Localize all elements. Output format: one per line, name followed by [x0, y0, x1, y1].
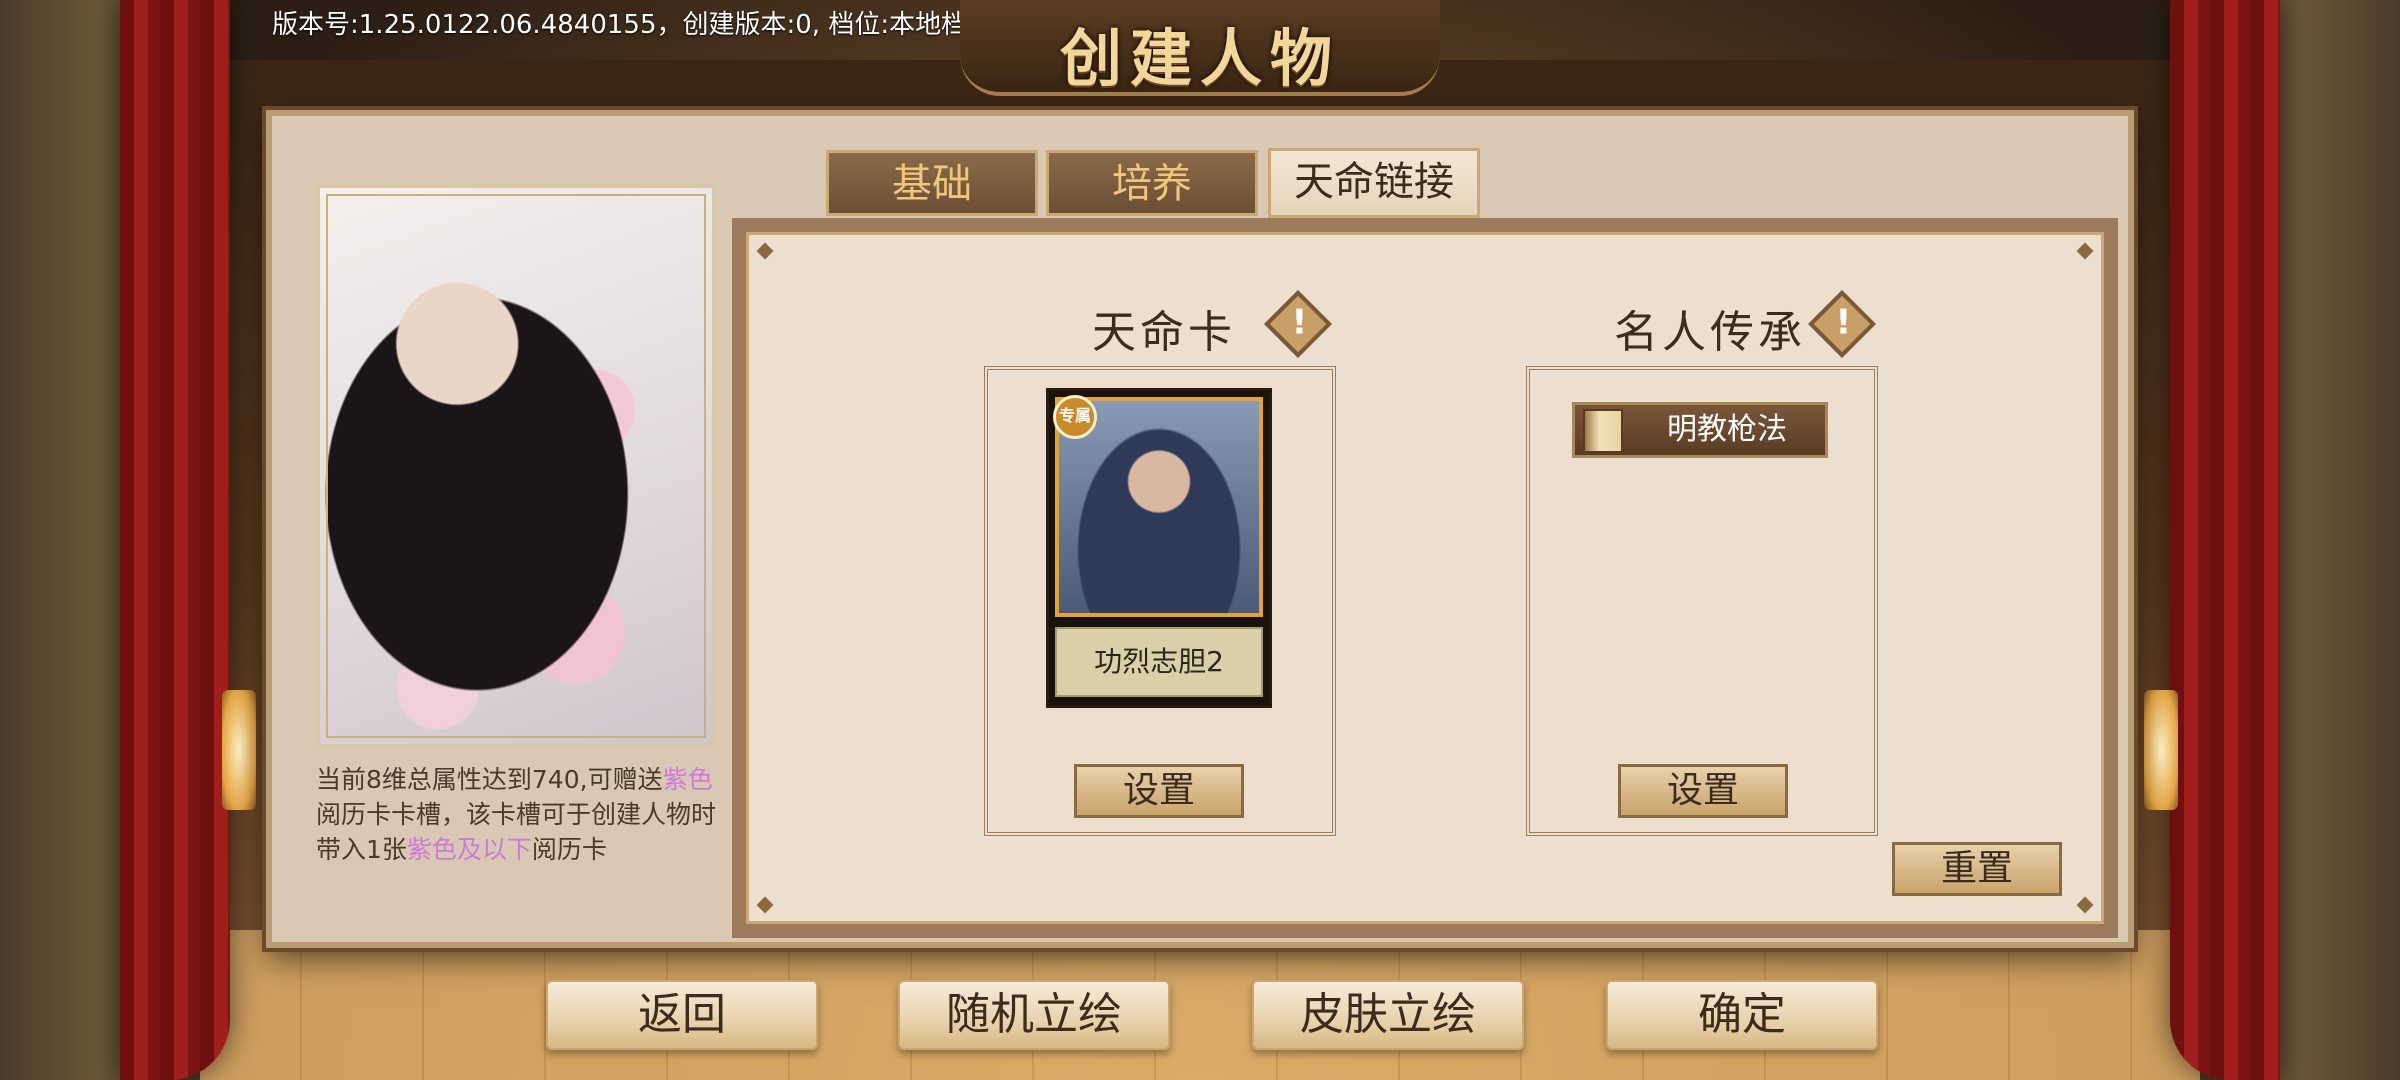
skill-name: 明教枪法 — [1667, 412, 1787, 447]
page-title: 创建人物 — [1059, 22, 1340, 95]
card-name: 功烈志胆2 — [1055, 627, 1263, 697]
reset-button[interactable]: 重置 — [1892, 842, 2062, 896]
random-portrait-button[interactable]: 随机立绘 — [898, 980, 1170, 1050]
inheritance-title: 名人传承 — [1614, 307, 1806, 358]
desc-part1: 当前8维总属性达到740,可赠送 — [316, 765, 663, 794]
tab-basic[interactable]: 基础 — [826, 150, 1038, 216]
inheritance-skill[interactable]: 明教枪法 — [1572, 402, 1828, 458]
desc-part3: 阅历卡 — [531, 835, 607, 864]
right-lantern — [2144, 690, 2178, 810]
back-button[interactable]: 返回 — [546, 980, 818, 1050]
book-icon — [1583, 409, 1623, 453]
stage-floor — [180, 930, 2220, 1080]
fate-link-content — [732, 218, 2118, 938]
left-lantern — [222, 690, 256, 810]
inheritance-set-button[interactable]: 设置 — [1618, 764, 1788, 818]
portrait-frame — [326, 194, 706, 738]
desc-highlight-purple: 紫色 — [662, 765, 713, 794]
corner-ornament — [2076, 242, 2094, 260]
fate-card[interactable]: 专属 功烈志胆2 — [1046, 388, 1272, 708]
title-plate: 创建人物 — [960, 0, 1440, 96]
desc-highlight-purple-below: 紫色及以下 — [406, 835, 532, 864]
character-portrait[interactable] — [316, 184, 716, 748]
right-curtain — [2170, 0, 2280, 1080]
content-inner — [746, 232, 2104, 924]
version-info: 版本号:1.25.0122.06.4840155，创建版本:0, 档位:本地档1 — [272, 10, 984, 40]
tab-fate-link[interactable]: 天命链接 — [1268, 148, 1480, 218]
confirm-button[interactable]: 确定 — [1606, 980, 1878, 1050]
corner-ornament — [756, 896, 774, 914]
tab-training[interactable]: 培养 — [1046, 150, 1258, 216]
left-curtain — [120, 0, 230, 1080]
exclamation-icon: ! — [1291, 302, 1308, 343]
exclusive-badge: 专属 — [1053, 395, 1097, 439]
exclamation-icon: ! — [1835, 302, 1852, 343]
skin-portrait-button[interactable]: 皮肤立绘 — [1252, 980, 1524, 1050]
fate-card-title: 天命卡 — [1092, 307, 1236, 358]
fate-card-set-button[interactable]: 设置 — [1074, 764, 1244, 818]
attribute-description: 当前8维总属性达到740,可赠送紫色阅历卡卡槽，该卡槽可于创建人物时带入1张紫色… — [316, 762, 720, 867]
corner-ornament — [756, 242, 774, 260]
corner-ornament — [2076, 896, 2094, 914]
